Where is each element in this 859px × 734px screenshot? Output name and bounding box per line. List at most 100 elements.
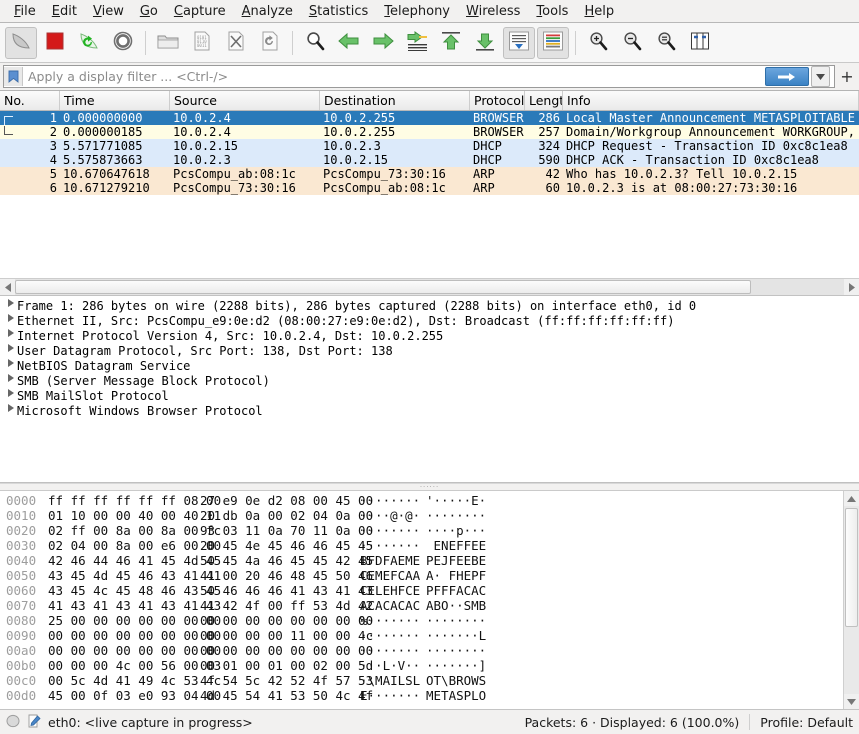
vscroll-track[interactable] (844, 506, 859, 694)
bookmark-icon[interactable] (4, 67, 23, 86)
scroll-up-arrow-icon[interactable] (844, 491, 859, 506)
go-to-last-packet-button[interactable] (469, 27, 501, 59)
resize-columns-button[interactable] (684, 27, 716, 59)
reload-file-button[interactable] (254, 27, 286, 59)
menu-go[interactable]: Go (132, 2, 166, 21)
go-back-button[interactable] (333, 27, 365, 59)
save-file-button[interactable]: 0101 0110 0011 (186, 27, 218, 59)
column-header-source[interactable]: Source (170, 91, 320, 110)
menu-capture[interactable]: Capture (166, 2, 234, 21)
expert-info-icon[interactable] (6, 714, 20, 731)
apply-filter-button[interactable] (765, 67, 809, 86)
pane-splitter[interactable]: ······ (0, 483, 859, 491)
expand-triangle-icon[interactable] (4, 329, 17, 337)
colorize-packets-button[interactable] (537, 26, 569, 59)
hex-dump-row[interactable]: 00d0 45 00 0f 03 e0 93 04 00 4d 45 54 41 5… (0, 688, 843, 703)
close-file-button[interactable] (220, 27, 252, 59)
hscroll-thumb[interactable] (15, 280, 751, 294)
column-header-info[interactable]: Info (563, 91, 859, 110)
packet-row[interactable]: 5 10.670647618 PcsCompu_ab:08:1c PcsCompu_7… (0, 167, 859, 181)
open-file-button[interactable] (152, 27, 184, 59)
display-filter-input[interactable] (23, 67, 765, 86)
hex-dump-row[interactable]: 00c0 00 5c 4d 41 49 4c 53 4c 4f 54 5c 42 5… (0, 673, 843, 688)
column-header-time[interactable]: Time (60, 91, 170, 110)
packet-details-pane[interactable]: Frame 1: 286 bytes on wire (2288 bits), … (0, 296, 859, 483)
expand-triangle-icon[interactable] (4, 344, 17, 352)
expand-triangle-icon[interactable] (4, 314, 17, 322)
packet-row[interactable]: 2 0.000000185 10.0.2.4 10.0.2.255 BROWSER 257… (0, 125, 859, 139)
detail-tree-item[interactable]: User Datagram Protocol, Src Port: 138, D… (0, 344, 859, 359)
toolbar-separator-3 (575, 30, 576, 55)
menu-statistics[interactable]: Statistics (301, 2, 376, 21)
column-header-destination[interactable]: Destination (320, 91, 470, 110)
hex-dump-row[interactable]: 0000 ff ff ff ff ff ff 08 00 27 e9 0e d2 0… (0, 493, 843, 508)
menu-file[interactable]: File (6, 2, 44, 21)
hscroll-track[interactable] (15, 279, 844, 295)
detail-tree-item[interactable]: NetBIOS Datagram Service (0, 359, 859, 374)
capture-options-button[interactable] (107, 27, 139, 59)
display-filter-field[interactable] (3, 65, 835, 88)
expand-triangle-icon[interactable] (4, 389, 17, 397)
menu-help[interactable]: Help (576, 2, 622, 21)
packet-row[interactable]: 1 0.000000000 10.0.2.4 10.0.2.255 BROWSER 286… (0, 111, 859, 125)
zoom-in-button[interactable] (582, 27, 614, 59)
column-header-no[interactable]: No. (0, 91, 60, 110)
packet-row[interactable]: 3 5.571771085 10.0.2.15 10.0.2.3 DHCP 324 DHCP… (0, 139, 859, 153)
packet-row[interactable]: 4 5.575873663 10.0.2.3 10.0.2.15 DHCP 590 DHCP… (0, 153, 859, 167)
hex-vertical-scrollbar[interactable] (843, 491, 859, 709)
hex-dump-row[interactable]: 0080 25 00 00 00 00 00 00 00 00 00 00 00 0… (0, 613, 843, 628)
filter-history-dropdown[interactable] (811, 66, 830, 87)
scroll-down-arrow-icon[interactable] (844, 694, 859, 709)
menu-telephony[interactable]: Telephony (376, 2, 458, 21)
packet-row[interactable]: 6 10.671279210 PcsCompu_73:30:16 PcsCompu_a… (0, 181, 859, 195)
find-packet-button[interactable] (299, 27, 331, 59)
capture-comment-icon[interactable] (27, 714, 41, 731)
menu-analyze[interactable]: Analyze (234, 2, 301, 21)
start-capture-button[interactable] (5, 26, 37, 59)
hex-dump-view[interactable]: 0000 ff ff ff ff ff ff 08 00 27 e9 0e d2 0… (0, 491, 843, 709)
scroll-right-arrow-icon[interactable] (844, 279, 859, 295)
hex-dump-row[interactable]: 0040 42 46 44 46 41 45 4d 45 50 45 4a 46 4… (0, 553, 843, 568)
detail-tree-item[interactable]: Frame 1: 286 bytes on wire (2288 bits), … (0, 299, 859, 314)
hex-dump-row[interactable]: 0010 01 10 00 00 40 00 40 11 20 db 0a 00 0… (0, 508, 843, 523)
go-to-first-packet-button[interactable] (435, 27, 467, 59)
hex-dump-row[interactable]: 00a0 00 00 00 00 00 00 00 00 00 00 00 00 0… (0, 643, 843, 658)
expand-triangle-icon[interactable] (4, 404, 17, 412)
scroll-left-arrow-icon[interactable] (0, 279, 15, 295)
go-forward-button[interactable] (367, 27, 399, 59)
packet-list-body[interactable]: 1 0.000000000 10.0.2.4 10.0.2.255 BROWSER 286… (0, 111, 859, 278)
auto-scroll-button[interactable] (503, 26, 535, 59)
detail-tree-item[interactable]: Microsoft Windows Browser Protocol (0, 404, 859, 419)
profile-text[interactable]: Profile: Default (760, 715, 853, 730)
packet-list-horizontal-scrollbar[interactable] (0, 278, 859, 296)
stop-capture-button[interactable] (39, 27, 71, 59)
column-header-protocol[interactable]: Protocol (470, 91, 525, 110)
hex-dump-row[interactable]: 0070 41 43 41 43 41 43 41 43 41 42 4f 00 f… (0, 598, 843, 613)
detail-tree-item[interactable]: SMB MailSlot Protocol (0, 389, 859, 404)
detail-tree-item[interactable]: Internet Protocol Version 4, Src: 10.0.2… (0, 329, 859, 344)
hex-dump-row[interactable]: 0030 02 04 00 8a 00 e6 00 00 20 45 4e 45 4… (0, 538, 843, 553)
menu-view[interactable]: View (85, 2, 132, 21)
hex-dump-row[interactable]: 0090 00 00 00 00 00 00 00 00 00 00 00 00 1… (0, 628, 843, 643)
status-separator (749, 714, 751, 730)
column-header-length[interactable]: Lengtł (525, 91, 563, 110)
restart-capture-button[interactable] (73, 27, 105, 59)
zoom-out-button[interactable] (616, 27, 648, 59)
hex-dump-row[interactable]: 0060 43 45 4c 45 48 46 43 45 50 46 46 46 4… (0, 583, 843, 598)
detail-tree-item[interactable]: Ethernet II, Src: PcsCompu_e9:0e:d2 (08:… (0, 314, 859, 329)
expand-triangle-icon[interactable] (4, 359, 17, 367)
svg-text:0011: 0011 (197, 43, 207, 48)
detail-tree-item[interactable]: SMB (Server Message Block Protocol) (0, 374, 859, 389)
vscroll-thumb[interactable] (845, 508, 858, 627)
hex-dump-row[interactable]: 00b0 00 00 00 4c 00 56 00 03 00 01 00 01 0… (0, 658, 843, 673)
add-filter-button[interactable]: + (838, 67, 856, 87)
expand-triangle-icon[interactable] (4, 299, 17, 307)
menu-edit[interactable]: Edit (44, 2, 85, 21)
hex-dump-row[interactable]: 0020 02 ff 00 8a 00 8a 00 fc 93 03 11 0a 7… (0, 523, 843, 538)
menu-wireless[interactable]: Wireless (458, 2, 528, 21)
menu-tools[interactable]: Tools (528, 2, 576, 21)
expand-triangle-icon[interactable] (4, 374, 17, 382)
zoom-reset-button[interactable] (650, 27, 682, 59)
go-to-packet-button[interactable] (401, 27, 433, 59)
hex-dump-row[interactable]: 0050 43 45 4d 45 46 43 41 41 41 00 20 46 4… (0, 568, 843, 583)
